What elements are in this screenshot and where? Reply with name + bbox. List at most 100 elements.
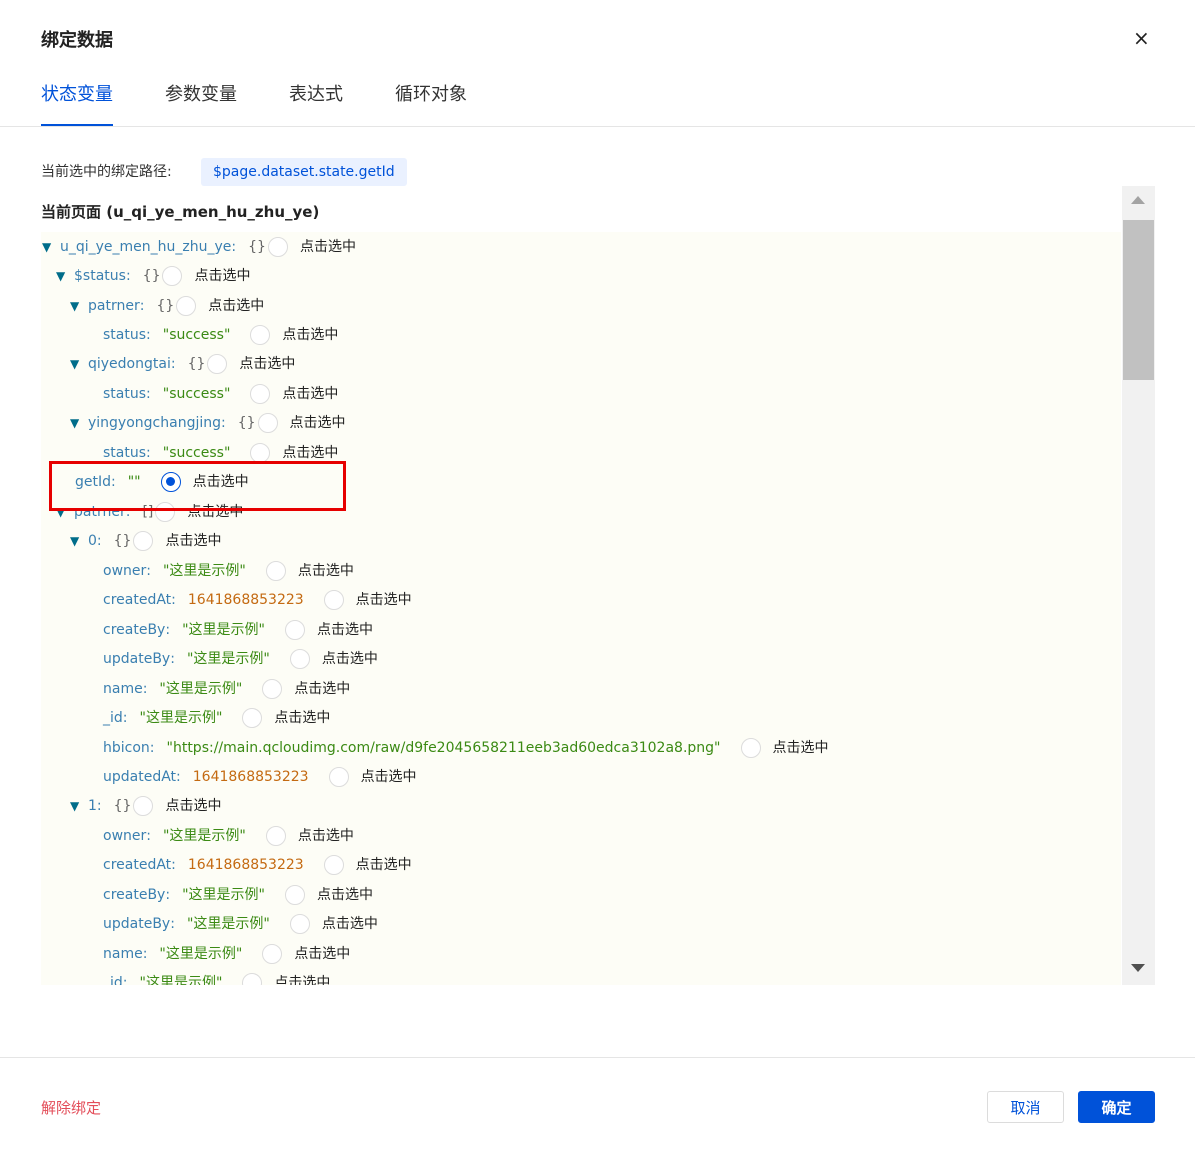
select-label[interactable]: 点击选中 <box>282 443 338 463</box>
scrollbar-thumb[interactable] <box>1123 220 1154 380</box>
select-radio[interactable] <box>323 855 344 875</box>
select-label[interactable]: 点击选中 <box>187 502 243 522</box>
select-radio[interactable] <box>265 826 286 846</box>
tree-value: 1641868853223 <box>187 592 304 608</box>
select-radio[interactable] <box>289 914 310 934</box>
select-radio[interactable] <box>328 767 349 787</box>
select-label[interactable]: 点击选中 <box>361 767 417 787</box>
tree-row: ▼ qiyedongtai: {} 点击选中 <box>70 354 295 374</box>
tree-key: owner <box>103 563 147 579</box>
tree-key: name <box>103 946 143 962</box>
expand-arrow-icon[interactable]: ▼ <box>70 296 88 316</box>
tree-row: name: "这里是示例" 点击选中 <box>103 679 350 699</box>
select-label[interactable]: 点击选中 <box>282 325 338 345</box>
select-label[interactable]: 点击选中 <box>322 914 378 934</box>
scroll-up-arrow-icon[interactable] <box>1131 196 1145 204</box>
select-label[interactable]: 点击选中 <box>298 826 354 846</box>
expand-arrow-icon[interactable]: ▼ <box>70 413 88 433</box>
tree-row: createdAt:1641868853223 点击选中 <box>103 590 412 610</box>
tree-type-brace: {} <box>113 798 132 814</box>
tree-value: "" <box>127 474 141 490</box>
select-label[interactable]: 点击选中 <box>773 738 829 758</box>
select-radio[interactable] <box>267 237 288 257</box>
tree-key: $status <box>74 268 126 284</box>
select-label[interactable]: 点击选中 <box>322 649 378 669</box>
select-label[interactable]: 点击选中 <box>356 855 412 875</box>
tab-param-variables[interactable]: 参数变量 <box>165 80 237 126</box>
select-label[interactable]: 点击选中 <box>294 679 350 699</box>
tree-row: ▼ u_qi_ye_men_hu_zhu_ye: {} 点击选中 <box>42 237 356 257</box>
select-label[interactable]: 点击选中 <box>239 354 295 374</box>
select-label[interactable]: 点击选中 <box>274 708 330 728</box>
select-radio[interactable] <box>265 561 286 581</box>
select-radio[interactable] <box>133 796 154 816</box>
expand-arrow-icon[interactable]: ▼ <box>70 531 88 551</box>
select-radio[interactable] <box>133 531 154 551</box>
tree-value: "success" <box>162 327 231 343</box>
cancel-button[interactable]: 取消 <box>987 1091 1064 1123</box>
tab-expression[interactable]: 表达式 <box>289 80 343 126</box>
select-radio[interactable] <box>262 679 283 699</box>
tree-row: ▼ yingyongchangjing: {} 点击选中 <box>70 413 346 433</box>
select-radio[interactable] <box>257 413 278 433</box>
select-label[interactable]: 点击选中 <box>300 237 356 257</box>
expand-arrow-icon[interactable]: ▼ <box>56 266 74 286</box>
select-label[interactable]: 点击选中 <box>290 413 346 433</box>
select-radio[interactable] <box>323 590 344 610</box>
tree-value: "这里是示例" <box>139 975 223 985</box>
tree-type-brace: {} <box>187 356 206 372</box>
tree-row: ▼ $status: {} 点击选中 <box>56 266 250 286</box>
select-label[interactable]: 点击选中 <box>356 590 412 610</box>
select-radio[interactable] <box>162 266 183 286</box>
select-radio[interactable] <box>284 620 305 640</box>
select-radio[interactable] <box>740 738 761 758</box>
expand-arrow-icon[interactable]: ▼ <box>70 796 88 816</box>
confirm-button[interactable]: 确定 <box>1078 1091 1155 1123</box>
expand-arrow-icon[interactable]: ▼ <box>56 502 74 522</box>
tree-key-colon: : <box>122 975 128 985</box>
select-label[interactable]: 点击选中 <box>294 944 350 964</box>
tree-row: updatedAt:1641868853223 点击选中 <box>103 767 417 787</box>
select-radio[interactable] <box>289 649 310 669</box>
tree-key: createBy <box>103 887 166 903</box>
select-radio[interactable] <box>250 443 271 463</box>
tree-key: status <box>103 445 147 461</box>
footer-divider <box>0 1057 1195 1058</box>
expand-arrow-icon[interactable]: ▼ <box>70 354 88 374</box>
tree-scrollbar[interactable] <box>1122 186 1155 985</box>
select-radio[interactable] <box>250 325 271 345</box>
select-radio[interactable] <box>155 502 176 522</box>
tree-value: "success" <box>162 386 231 402</box>
select-radio[interactable] <box>250 384 271 404</box>
tab-loop-object[interactable]: 循环对象 <box>395 80 467 126</box>
close-icon[interactable]: × <box>1133 26 1150 50</box>
select-label[interactable]: 点击选中 <box>282 384 338 404</box>
select-radio[interactable] <box>160 472 181 492</box>
tree-key: updateBy <box>103 651 171 667</box>
tree-key-colon: : <box>146 563 151 579</box>
select-radio[interactable] <box>262 944 283 964</box>
tree-key-colon: : <box>221 415 226 431</box>
scroll-down-arrow-icon[interactable] <box>1131 964 1145 972</box>
select-label[interactable]: 点击选中 <box>193 472 249 492</box>
tree-row: updateBy: "这里是示例" 点击选中 <box>103 914 378 934</box>
unbind-button[interactable]: 解除绑定 <box>41 1097 101 1118</box>
select-label[interactable]: 点击选中 <box>165 531 221 551</box>
select-label[interactable]: 点击选中 <box>317 885 373 905</box>
select-label[interactable]: 点击选中 <box>298 561 354 581</box>
select-label[interactable]: 点击选中 <box>194 266 250 286</box>
select-radio[interactable] <box>207 354 228 374</box>
select-radio[interactable] <box>284 885 305 905</box>
select-label[interactable]: 点击选中 <box>274 973 330 985</box>
tree-key: status <box>103 386 147 402</box>
tree-type-brace: [] <box>142 504 154 520</box>
select-label[interactable]: 点击选中 <box>317 620 373 640</box>
select-radio[interactable] <box>242 708 263 728</box>
expand-arrow-icon[interactable]: ▼ <box>42 237 60 257</box>
select-label[interactable]: 点击选中 <box>208 296 264 316</box>
tree-value: "success" <box>162 445 231 461</box>
select-radio[interactable] <box>242 973 263 985</box>
tab-state-variables[interactable]: 状态变量 <box>41 80 113 126</box>
select-radio[interactable] <box>176 296 197 316</box>
select-label[interactable]: 点击选中 <box>165 796 221 816</box>
